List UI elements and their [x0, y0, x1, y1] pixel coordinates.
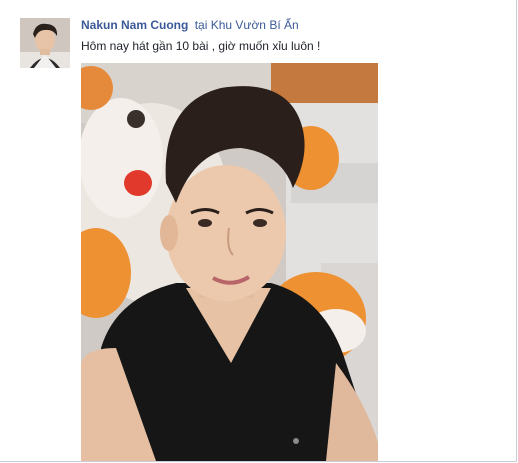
post-photo[interactable] [81, 63, 378, 461]
post-message: Hôm nay hát gần 10 bài , giờ muốn xỉu lu… [81, 39, 321, 53]
place-link[interactable]: Khu Vườn Bí Ẩn [211, 18, 299, 32]
at-word: tại [194, 18, 208, 32]
photo-image [81, 63, 378, 461]
author-name-link[interactable]: Nakun Nam Cuong [81, 18, 188, 32]
post-card: Nakun Nam Cuong tại Khu Vườn Bí Ẩn Hôm n… [0, 0, 517, 462]
avatar-image [20, 18, 70, 68]
post-header: Nakun Nam Cuong tại Khu Vườn Bí Ẩn [81, 18, 299, 33]
author-avatar[interactable] [20, 18, 70, 68]
